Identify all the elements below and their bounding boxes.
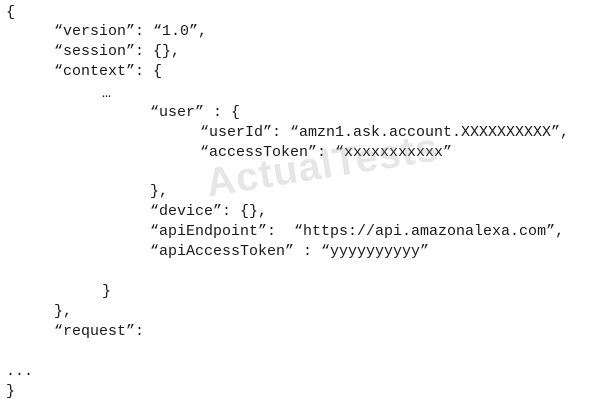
code-line: … xyxy=(102,85,112,102)
code-line: “device”: {}, xyxy=(150,203,268,220)
code-line: }, xyxy=(150,183,169,200)
code-line: “apiEndpoint”: “https://api.amazonalexa.… xyxy=(150,223,565,240)
code-line: “version”: “1.0”, xyxy=(54,23,208,40)
code-line: } xyxy=(6,383,16,400)
code-line: “apiAccessToken” : “yyyyyyyyyy” xyxy=(150,243,430,260)
code-line: “userId”: “amzn1.ask.account.XXXXXXXXXX”… xyxy=(200,124,570,141)
code-line: } xyxy=(102,283,112,300)
code-line: ... xyxy=(6,363,34,380)
code-line: “accessToken”: “xxxxxxxxxxx” xyxy=(200,144,453,161)
code-line: “session”: {}, xyxy=(54,43,181,60)
code-line: “user” : { xyxy=(150,104,241,121)
code-line: }, xyxy=(54,303,73,320)
code-line: { xyxy=(6,4,16,21)
code-snippet: { “version”: “1.0”, “session”: {}, “cont… xyxy=(0,0,610,406)
code-line: “request”: xyxy=(54,323,145,340)
code-line: “context”: { xyxy=(54,63,163,80)
